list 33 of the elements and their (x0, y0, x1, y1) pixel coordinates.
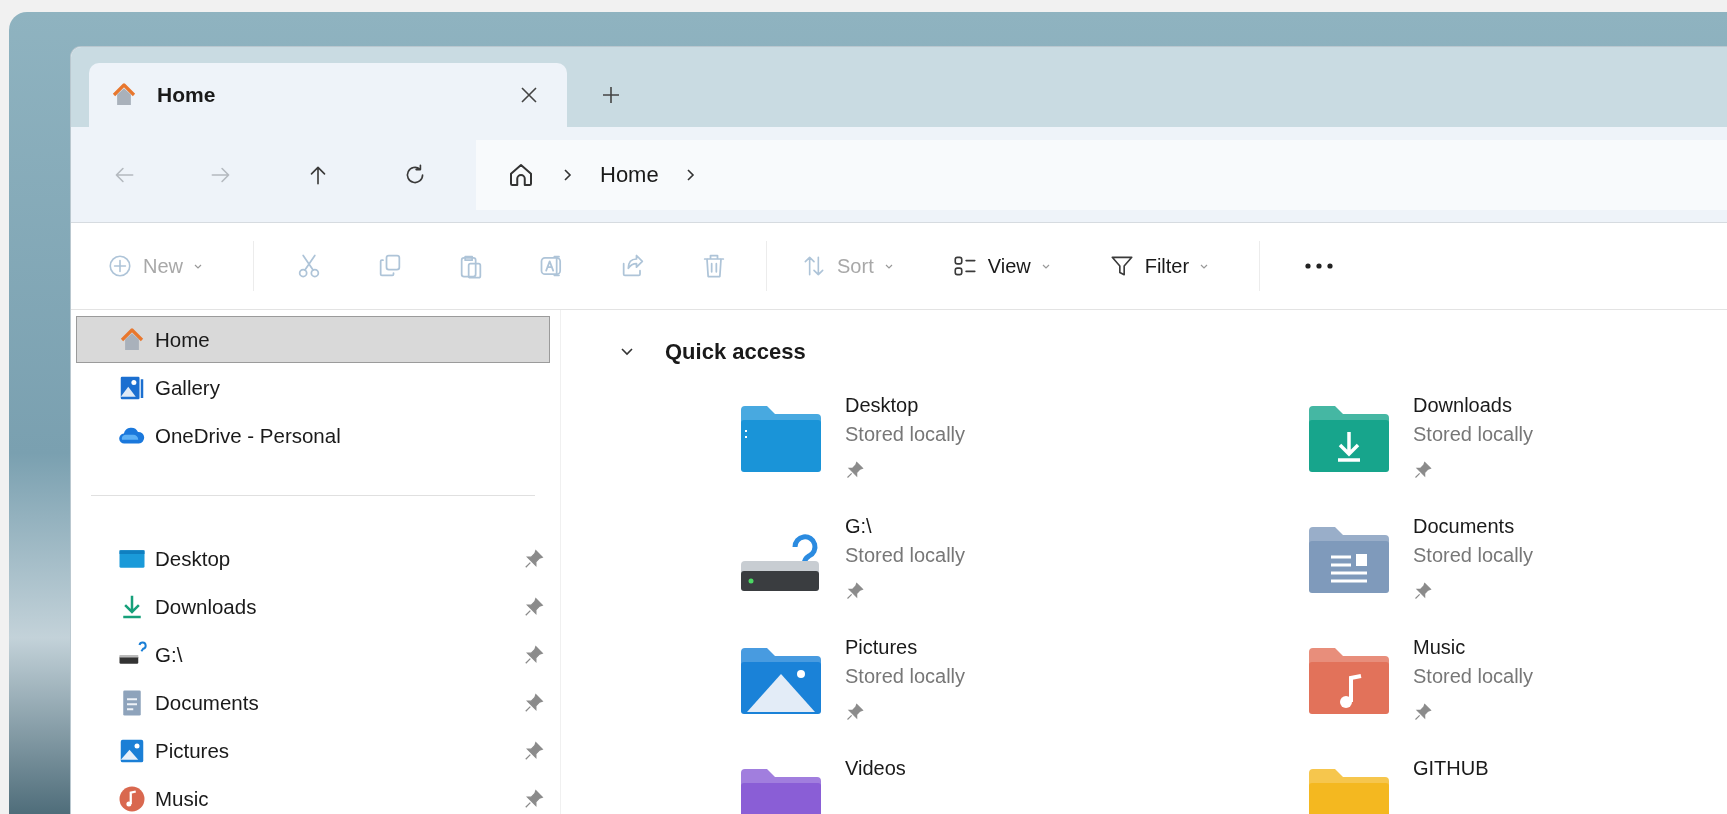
sidebar-item[interactable]: Downloads (76, 583, 550, 630)
close-icon (519, 85, 539, 105)
more-icon (1304, 262, 1335, 270)
folder-status: Stored locally (1413, 423, 1534, 446)
plus-circle-icon (107, 253, 133, 279)
view-button[interactable]: View (939, 244, 1063, 288)
folder-status: Stored locally (1413, 544, 1534, 567)
sidebar-item[interactable]: Gallery (76, 364, 550, 411)
folder-status: Stored locally (1413, 665, 1534, 688)
filter-button[interactable]: Filter (1096, 244, 1222, 288)
sidebar-item[interactable]: Pictures (76, 727, 550, 774)
sidebar-item[interactable]: Music (76, 775, 550, 814)
folder-name[interactable]: GITHUB (1413, 757, 1489, 780)
section-title: Quick access (665, 339, 806, 365)
sidebar-item[interactable]: Desktop (76, 535, 550, 582)
folder-name[interactable]: Downloads (1413, 394, 1534, 417)
address-bar[interactable]: Home (476, 139, 1727, 210)
folder-name[interactable]: Videos (845, 757, 906, 780)
plus-icon (601, 85, 621, 105)
sidebar-item[interactable]: G:\ (76, 631, 550, 678)
folder-name[interactable]: Music (1413, 636, 1534, 659)
folder-name[interactable]: Documents (1413, 515, 1534, 538)
folder-status: Stored locally (845, 423, 966, 446)
folder-status: Stored locally (845, 665, 966, 688)
folder-name[interactable]: G:\ (845, 515, 966, 538)
sidebar-item[interactable]: OneDrive - Personal (76, 412, 550, 459)
sidebar-item[interactable]: Documents (76, 679, 550, 726)
folder-status: Stored locally (845, 544, 966, 567)
breadcrumb[interactable]: Home (600, 161, 659, 188)
sidebar-item[interactable]: Home (76, 316, 550, 363)
folder-name[interactable]: Desktop (845, 394, 966, 417)
tab[interactable]: Home (89, 63, 567, 127)
folder-name[interactable]: Pictures (845, 636, 966, 659)
